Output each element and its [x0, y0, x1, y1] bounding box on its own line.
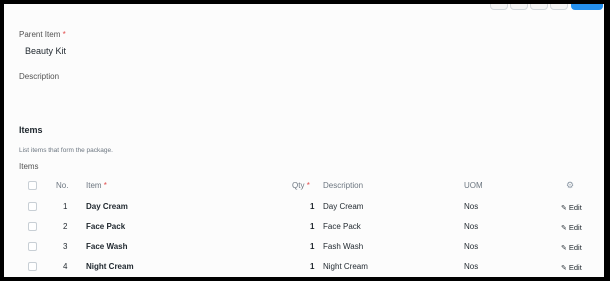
description-label: Description — [19, 72, 60, 81]
edit-row-button[interactable]: ✎ Edit — [561, 243, 582, 252]
row-uom[interactable]: Nos — [464, 202, 478, 211]
row-number: 4 — [63, 262, 68, 271]
edit-row-button[interactable]: ✎ Edit — [561, 203, 582, 212]
column-header-qty: Qty * — [292, 181, 310, 190]
parent-item-field[interactable]: Beauty Kit — [25, 46, 66, 56]
table-row[interactable]: 1 Day Cream 1 Day Cream Nos ✎ Edit — [22, 197, 597, 216]
column-header-description: Description — [323, 181, 364, 190]
column-header-no: No. — [56, 181, 69, 190]
row-uom[interactable]: Nos — [464, 242, 478, 251]
row-checkbox[interactable] — [28, 262, 37, 271]
row-qty[interactable]: 1 — [310, 222, 314, 231]
pencil-icon: ✎ — [561, 265, 567, 272]
parent-item-label: Parent Item * — [19, 30, 66, 39]
row-checkbox[interactable] — [28, 222, 37, 231]
row-description[interactable]: Night Cream — [323, 262, 368, 271]
row-description[interactable]: Face Pack — [323, 222, 361, 231]
pencil-icon: ✎ — [561, 205, 567, 212]
row-description[interactable]: Day Cream — [323, 202, 363, 211]
row-description[interactable]: Fash Wash — [323, 242, 363, 251]
row-uom[interactable]: Nos — [464, 222, 478, 231]
row-number: 2 — [63, 222, 68, 231]
row-item[interactable]: Face Pack — [86, 222, 125, 231]
items-section-title: Items — [19, 125, 43, 135]
row-qty[interactable]: 1 — [310, 262, 314, 271]
column-header-uom: UOM — [464, 181, 483, 190]
gear-icon[interactable]: ⚙ — [566, 180, 574, 191]
row-qty[interactable]: 1 — [310, 242, 314, 251]
edit-row-button[interactable]: ✎ Edit — [561, 263, 582, 272]
row-qty[interactable]: 1 — [310, 202, 314, 211]
row-item[interactable]: Day Cream — [86, 202, 128, 211]
toolbar-button[interactable] — [550, 4, 568, 10]
toolbar-button[interactable] — [530, 4, 548, 10]
toolbar-button[interactable] — [510, 4, 528, 10]
row-checkbox[interactable] — [28, 242, 37, 251]
select-all-checkbox[interactable] — [28, 181, 37, 190]
pencil-icon: ✎ — [561, 225, 567, 232]
table-row[interactable]: 2 Face Pack 1 Face Pack Nos ✎ Edit — [22, 217, 597, 236]
form-container: Parent Item * Beauty Kit Description Ite… — [4, 4, 604, 277]
save-button[interactable] — [571, 4, 603, 10]
pencil-icon: ✎ — [561, 245, 567, 252]
row-uom[interactable]: Nos — [464, 262, 478, 271]
items-help-text: List items that form the package. — [19, 147, 113, 154]
table-row[interactable]: 4 Night Cream 1 Night Cream Nos ✎ Edit — [22, 257, 597, 276]
edit-row-button[interactable]: ✎ Edit — [561, 223, 582, 232]
parent-item-value: Beauty Kit — [25, 46, 67, 56]
row-number: 1 — [63, 202, 68, 211]
row-item[interactable]: Night Cream — [86, 262, 134, 271]
column-header-item: Item * — [86, 181, 107, 190]
row-checkbox[interactable] — [28, 202, 37, 211]
items-table-label: Items — [19, 162, 39, 171]
row-number: 3 — [63, 242, 68, 251]
toolbar-button[interactable] — [490, 4, 508, 10]
table-row[interactable]: 3 Face Wash 1 Fash Wash Nos ✎ Edit — [22, 237, 597, 256]
description-field[interactable] — [19, 84, 589, 114]
row-item[interactable]: Face Wash — [86, 242, 128, 251]
